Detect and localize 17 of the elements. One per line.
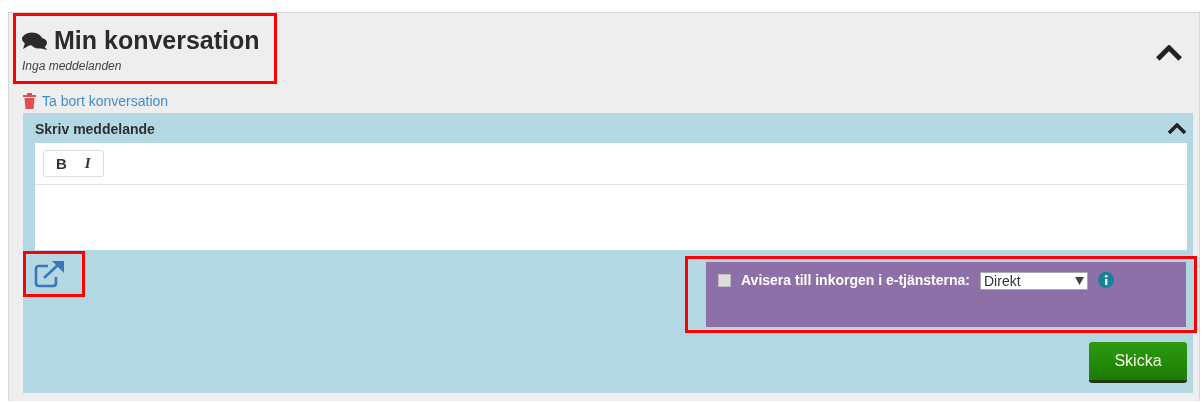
send-button[interactable]: Skicka: [1089, 342, 1187, 380]
external-link-icon[interactable]: [34, 260, 66, 288]
trash-icon: [23, 93, 36, 109]
collapse-chevron[interactable]: [1155, 45, 1183, 62]
message-editor[interactable]: B I: [35, 143, 1187, 250]
compose-title: Skriv meddelande: [35, 121, 155, 137]
notify-label: Avisera till inkorgen i e-tjänsterna:: [741, 272, 970, 288]
conversation-subtitle: Inga meddelanden: [22, 59, 123, 73]
collapse-chevron[interactable]: [1167, 123, 1187, 135]
bold-button[interactable]: B: [50, 155, 73, 172]
delivery-select[interactable]: Direkt: [980, 272, 1088, 290]
notify-checkbox[interactable]: [718, 274, 731, 287]
italic-button[interactable]: I: [78, 155, 97, 172]
dropdown-triangle-icon: [1075, 277, 1084, 285]
conversation-title: Min konversation: [54, 26, 260, 55]
info-icon[interactable]: [1098, 272, 1114, 288]
chat-bubbles-icon: [22, 30, 48, 51]
